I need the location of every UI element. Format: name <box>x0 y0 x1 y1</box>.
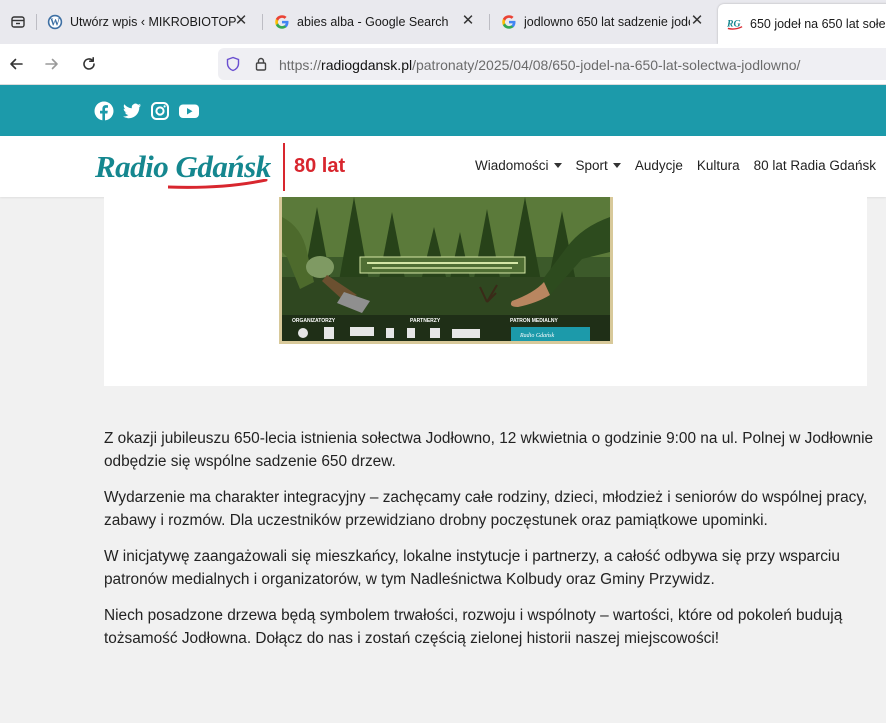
google-icon <box>274 14 290 30</box>
tab-close-icon[interactable]: ✕ <box>233 13 249 29</box>
article-paragraph: Z okazji jubileuszu 650-lecia istnienia … <box>104 430 874 470</box>
tab-list-icon <box>11 16 25 28</box>
article-paragraph: Niech posadzone drzewa będą symbolem trw… <box>104 607 843 647</box>
site-header: Radio Gdańsk 80 lat Wiadomości Sport Aud… <box>0 136 886 197</box>
url-prefix: https:// <box>279 57 322 73</box>
dropdown-caret-icon <box>553 163 562 168</box>
tab-list-button[interactable] <box>0 0 36 44</box>
menu-item-label: Sport <box>575 158 608 173</box>
url-domain: radiogdansk.pl <box>321 57 413 73</box>
menu-item-80-lat[interactable]: 80 lat Radia Gdańsk <box>754 158 876 173</box>
tab-google-abies[interactable]: abies alba - Google Search ✕ <box>274 0 482 44</box>
article-image-card: ORGANIZATORZY PARTNERZY PATRON MEDIALNY … <box>104 197 867 386</box>
dropdown-caret-icon <box>612 163 621 168</box>
tab-title: abies alba - Google Search <box>297 15 449 29</box>
menu-item-audycje[interactable]: Audycje <box>635 158 683 173</box>
menu-item-kultura[interactable]: Kultura <box>697 158 740 173</box>
address-bar[interactable]: https://radiogdansk.pl/patronaty/2025/04… <box>218 48 886 80</box>
google-icon <box>501 14 517 30</box>
reload-icon <box>83 57 95 70</box>
page-viewport: Radio Gdańsk 80 lat Wiadomości Sport Aud… <box>0 85 886 723</box>
poster-media-patron-label: PATRON MEDIALNY <box>510 318 559 324</box>
tab-title: Utwórz wpis ‹ MIKROBIOTOP — <box>70 15 236 29</box>
article-paragraph: Wydarzenie ma charakter integracyjny – z… <box>104 489 868 529</box>
menu-item-label: Kultura <box>696 158 740 173</box>
main-menu: Wiadomości Sport Audycje Kultura 80 lat … <box>475 158 886 173</box>
youtube-icon[interactable] <box>178 101 200 121</box>
tab-close-icon[interactable]: ✕ <box>460 13 476 29</box>
tab-wordpress[interactable]: W Utwórz wpis ‹ MIKROBIOTOP — ✕ <box>47 0 255 44</box>
anniversary-badge[interactable]: 80 lat <box>294 155 345 178</box>
radio-gdansk-favicon: RG <box>727 16 743 32</box>
menu-item-label: 80 lat Radia Gdańsk <box>753 158 876 173</box>
poster-partners-label: PARTNERZY <box>410 318 441 324</box>
menu-item-sport[interactable]: Sport <box>576 158 621 173</box>
forward-arrow-icon <box>45 58 58 70</box>
facebook-icon[interactable] <box>94 101 114 121</box>
tab-title: jodlowno 650 lat sadzenie jodeł <box>524 15 690 29</box>
tab-title: 650 jodeł na 650 lat sołect <box>750 17 886 31</box>
menu-item-label: Wiadomości <box>475 158 549 173</box>
tab-strip: W Utwórz wpis ‹ MIKROBIOTOP — ✕ abies al… <box>0 0 886 44</box>
event-poster-image: ORGANIZATORZY PARTNERZY PATRON MEDIALNY … <box>279 197 613 344</box>
navigation-bar: https://radiogdansk.pl/patronaty/2025/04… <box>0 44 886 85</box>
tracking-protection-shield-icon[interactable] <box>225 56 241 72</box>
menu-item-label: Audycje <box>634 158 683 173</box>
logo-divider <box>283 143 285 191</box>
back-arrow-icon <box>10 58 23 70</box>
menu-item-wiadomosci[interactable]: Wiadomości <box>475 158 562 173</box>
reload-button[interactable] <box>77 52 101 76</box>
poster-organizers-label: ORGANIZATORZY <box>292 318 336 324</box>
logo-swoosh <box>168 179 268 189</box>
instagram-icon[interactable] <box>150 101 170 121</box>
poster-illustration: ORGANIZATORZY PARTNERZY PATRON MEDIALNY … <box>282 197 610 341</box>
url-path: /patronaty/2025/04/08/650-jodel-na-650-l… <box>412 57 801 73</box>
twitter-icon[interactable] <box>122 101 142 121</box>
article-paragraph: W inicjatywę zaangażowali się mieszkańcy… <box>104 548 840 588</box>
lock-icon[interactable] <box>253 56 269 72</box>
tab-close-icon[interactable]: ✕ <box>689 13 705 29</box>
tab-radio-gdansk[interactable]: RG 650 jodeł na 650 lat sołect <box>718 4 886 44</box>
back-button[interactable] <box>4 52 28 76</box>
url-text[interactable]: https://radiogdansk.pl/patronaty/2025/04… <box>279 57 800 73</box>
forward-button[interactable] <box>40 52 64 76</box>
tab-google-jodlowno[interactable]: jodlowno 650 lat sadzenie jodeł ✕ <box>501 0 711 44</box>
social-bar <box>0 85 886 136</box>
article-body: Z okazji jubileuszu 650-lecia istnienia … <box>104 427 874 663</box>
poster-media-patron-logo: Radio Gdańsk <box>519 333 555 339</box>
svg-text:W: W <box>50 18 60 29</box>
wordpress-icon: W <box>47 14 63 30</box>
